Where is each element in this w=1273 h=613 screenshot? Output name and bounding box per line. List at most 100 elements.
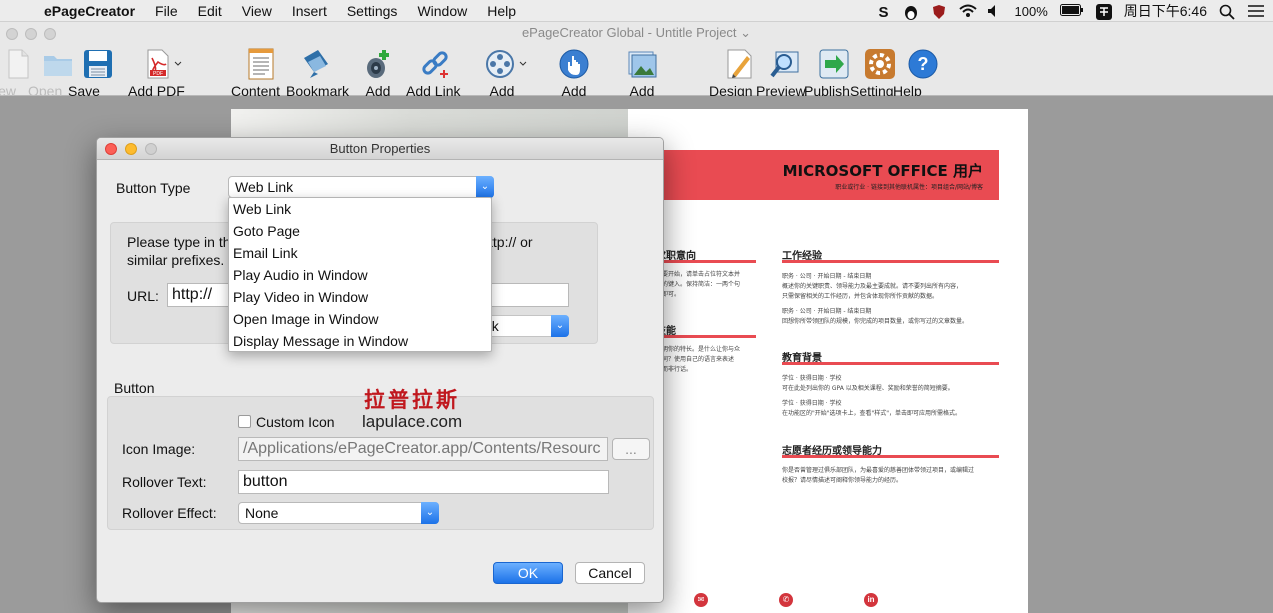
menu-edit[interactable]: Edit [188, 3, 232, 19]
icon-image-path-input[interactable]: /Applications/ePageCreator.app/Contents/… [238, 437, 608, 461]
table-of-contents-icon [245, 48, 277, 80]
publish-arrow-icon [818, 48, 850, 80]
content-button[interactable]: Content [231, 46, 291, 99]
add-picture-button[interactable]: Add Picture [612, 46, 672, 115]
resume-work-line: 回想你所带领团队的规模，你完成的项目数量，或你写过的文章数量。 [782, 318, 969, 325]
resume-edu-line: 可在此处列出你的 GPA 以及相关课程、奖励和荣誉的简短摘要。 [782, 385, 954, 392]
rollover-effect-select[interactable]: None ⌄ [238, 502, 439, 524]
help-question-icon: ? [907, 48, 939, 80]
chevron-down-icon: ⌄ [476, 176, 494, 198]
resume-work-line: 只需保留相关的工作经历，并包含体现你所作贡献的数据。 [782, 293, 939, 300]
dropdown-option-play-video[interactable]: Play Video in Window [229, 286, 491, 308]
resume-objective-line: 即可。 [662, 291, 681, 298]
resume-header-band: MICROSOFT OFFICE 用户 职业或行业 · 链接到其他联机属性：项目… [640, 150, 999, 200]
url-label: URL: [127, 288, 159, 304]
resume-skills-line: 同？使用自己的语言来表述 [662, 356, 735, 363]
dropdown-option-play-audio[interactable]: Play Audio in Window [229, 264, 491, 286]
dialog-close-button[interactable] [105, 143, 117, 155]
dropdown-option-goto-page[interactable]: Goto Page [229, 220, 491, 242]
custom-icon-label: Custom Icon [256, 414, 335, 430]
floppy-disk-icon [82, 48, 114, 80]
resume-subtitle: 职业或行业 · 链接到其他联机属性：项目组合/网站/博客 [835, 184, 983, 191]
notification-center-icon[interactable] [1247, 4, 1264, 18]
rollover-text-input[interactable]: button [238, 470, 609, 494]
resume-work-line: 职务 · 公司 · 开始日期 - 结束日期 [782, 273, 872, 280]
design-pencil-icon [723, 48, 755, 80]
button-type-dropdown: Web Link Goto Page Email Link Play Audio… [228, 197, 492, 352]
toolbar: New Open Save PDF Add PDF Content Bookma… [0, 44, 1273, 115]
button-section-label: Button [114, 380, 155, 396]
watermark-chinese: 拉普拉斯 [364, 387, 460, 412]
picture-icon [626, 48, 658, 80]
clock[interactable]: 周日下午6:46 [1124, 1, 1207, 21]
dialog-title: Button Properties [97, 138, 663, 160]
menu-view[interactable]: View [232, 3, 282, 19]
battery-icon[interactable] [1059, 4, 1084, 18]
chevron-down-icon: ⌄ [421, 502, 439, 524]
window-minimize-button[interactable] [25, 28, 37, 40]
menu-bar: ePageCreator File Edit View Insert Setti… [0, 0, 1273, 22]
menu-settings[interactable]: Settings [337, 3, 408, 19]
resume-objective-line: 要开始，请单击占位符文本并 [662, 271, 741, 278]
dropdown-option-display-message[interactable]: Display Message in Window [229, 330, 491, 352]
browse-button[interactable]: ... [612, 438, 650, 460]
menu-app-name[interactable]: ePageCreator [40, 3, 145, 19]
resume-title: MICROSOFT OFFICE 用户 [782, 162, 983, 180]
rollover-effect-label: Rollover Effect: [122, 505, 217, 521]
window-close-button[interactable] [6, 28, 18, 40]
instructions-text-tail: ttp:// or [489, 234, 533, 250]
email-icon: ✉ [694, 593, 708, 607]
dialog-minimize-button[interactable] [125, 143, 137, 155]
resume-rule [782, 455, 999, 458]
add-video-button[interactable]: Add Video [472, 46, 532, 115]
menu-help[interactable]: Help [477, 3, 526, 19]
skype-icon[interactable]: S [879, 4, 891, 21]
dropdown-option-open-image[interactable]: Open Image in Window [229, 308, 491, 330]
window-zoom-button[interactable] [44, 28, 56, 40]
add-link-button[interactable]: Add Link [406, 46, 466, 99]
film-reel-icon [486, 48, 527, 80]
dialog-zoom-button[interactable] [145, 143, 157, 155]
ok-button[interactable]: OK [493, 562, 563, 584]
cancel-button[interactable]: Cancel [575, 562, 645, 584]
menu-file[interactable]: File [145, 3, 188, 19]
menu-insert[interactable]: Insert [282, 3, 337, 19]
volume-icon[interactable] [987, 4, 1003, 18]
bookmark-button[interactable]: Bookmark [286, 46, 349, 99]
resume-rule [782, 260, 999, 263]
input-method-icon[interactable] [1095, 4, 1112, 20]
add-button-button[interactable]: Add Button [544, 46, 604, 115]
window-title: ePageCreator Global - Untitle Project ⌄ [0, 22, 1273, 44]
rollover-text-label: Rollover Text: [122, 474, 207, 490]
magnifier-preview-icon [770, 48, 802, 80]
menu-window[interactable]: Window [407, 3, 477, 19]
resume-work-line: 职务 · 公司 · 开始日期 - 结束日期 [782, 308, 872, 315]
shield-icon[interactable] [931, 4, 947, 19]
dropdown-option-web-link[interactable]: Web Link [229, 198, 491, 220]
button-type-select[interactable]: Web Link ⌄ [228, 176, 494, 198]
add-audio-button[interactable]: Add Audio [348, 46, 408, 115]
icon-image-label: Icon Image: [122, 441, 196, 457]
help-button[interactable]: ? Help [893, 46, 953, 99]
resume-edu-line: 学位 · 获得日期 · 学校 [782, 375, 842, 382]
resume-rule [782, 362, 999, 365]
resume-volunteer-line: 你是否曾管理过俱乐部团队，为最喜爱的慈善团体带领过项目，或编辑过 [782, 467, 975, 474]
save-button[interactable]: Save [68, 46, 128, 99]
bookmark-icon [300, 48, 332, 80]
chevron-down-icon: ⌄ [551, 315, 569, 337]
linkedin-icon: in [864, 593, 878, 607]
watermark-domain: lapulace.com [362, 412, 463, 431]
spotlight-search-icon[interactable] [1219, 4, 1235, 20]
instructions-text: Please type in th [127, 234, 231, 250]
custom-icon-checkbox[interactable] [238, 415, 251, 428]
battery-percent: 100% [1014, 3, 1048, 19]
resume-volunteer-line: 校报？请尽情描述可阐释你领导能力的经历。 [782, 477, 903, 484]
phone-icon: ✆ [779, 593, 793, 607]
wifi-icon[interactable] [958, 4, 977, 18]
dropdown-option-email-link[interactable]: Email Link [229, 242, 491, 264]
qq-penguin-icon[interactable] [903, 4, 919, 20]
button-type-label: Button Type [116, 180, 191, 196]
add-pdf-button[interactable]: PDF Add PDF [128, 46, 188, 99]
pdf-file-icon: PDF [142, 48, 182, 80]
svg-text:PDF: PDF [153, 71, 163, 77]
